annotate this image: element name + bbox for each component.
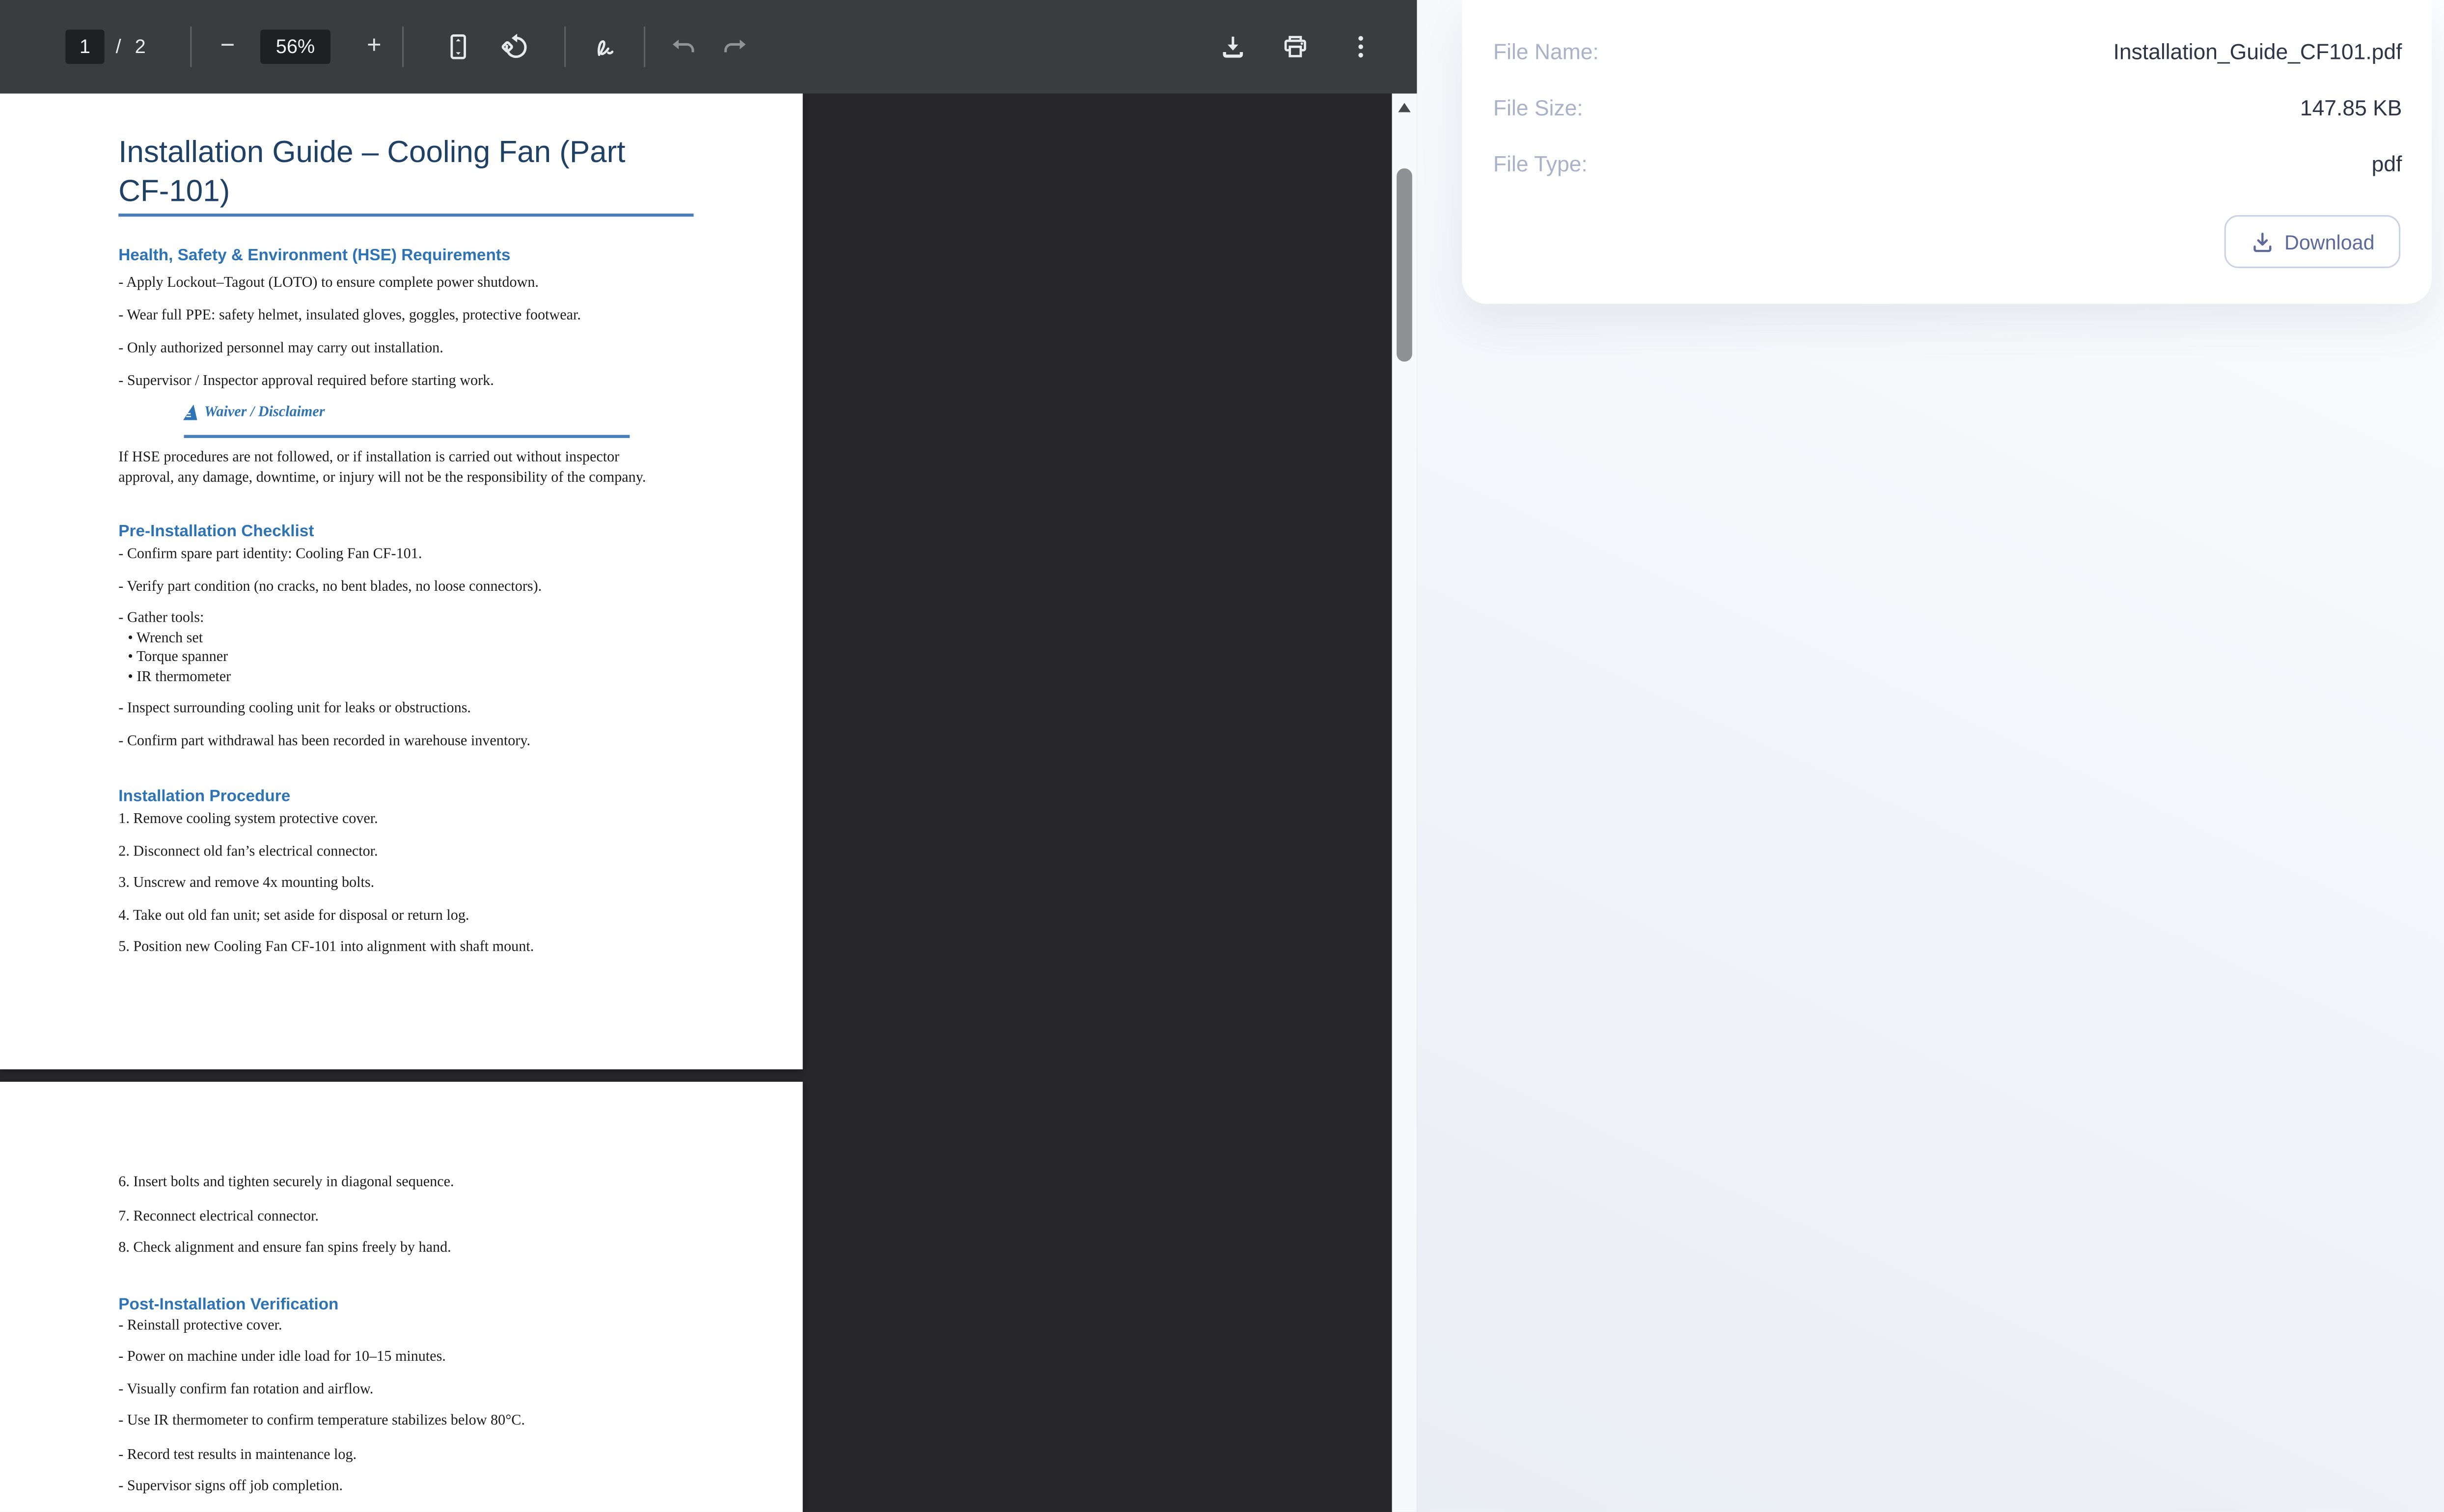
tool-item: • Torque spanner <box>128 650 228 666</box>
fit-page-button[interactable] <box>439 28 477 65</box>
file-size-label: File Size: <box>1493 95 1583 120</box>
annotate-button[interactable] <box>586 28 623 65</box>
download-file-button[interactable]: Download <box>2224 215 2401 268</box>
file-name-label: File Name: <box>1493 39 1599 64</box>
file-type-value: pdf <box>2371 151 2402 176</box>
procedure-heading: Installation Procedure <box>118 787 291 806</box>
checklist-item: - Inspect surrounding cooling unit for l… <box>118 701 471 717</box>
verification-item: - Power on machine under idle load for 1… <box>118 1349 446 1366</box>
hse-item: - Wear full PPE: safety helmet, insulate… <box>118 308 581 325</box>
procedure-step: 2. Disconnect old fan’s electrical conne… <box>118 845 378 861</box>
print-button[interactable] <box>1277 28 1314 65</box>
pdf-toolbar: 1 / 2 − 56% + <box>0 0 1417 94</box>
kebab-menu-icon <box>1358 36 1363 58</box>
checklist-item: - Gather tools: <box>118 611 204 627</box>
download-icon <box>2252 232 2271 251</box>
hse-item: - Supervisor / Inspector approval requir… <box>118 374 494 390</box>
tool-item: • Wrench set <box>128 631 203 647</box>
procedure-step: 4. Take out old fan unit; set aside for … <box>118 908 469 925</box>
pen-squiggle-icon <box>597 40 614 56</box>
verification-heading: Post-Installation Verification <box>118 1295 339 1314</box>
more-options-button[interactable] <box>1342 28 1379 65</box>
fit-page-icon <box>450 34 466 59</box>
scrollbar-thumb[interactable] <box>1397 168 1412 362</box>
pdf-page-2: 6. Insert bolts and tighten securely in … <box>0 1081 803 1512</box>
page-total: 2 <box>135 36 146 58</box>
screen: 1 / 2 − 56% + Installation Guide – Cooli… <box>0 0 2444 1512</box>
verification-item: - Use IR thermometer to confirm temperat… <box>118 1413 525 1430</box>
hse-heading: Health, Safety & Environment (HSE) Requi… <box>118 246 511 265</box>
document-title-line-1: Installation Guide – Cooling Fan (Part <box>118 136 626 170</box>
toolbar-separator <box>402 26 404 67</box>
toolbar-separator <box>190 26 192 67</box>
checklist-item: - Verify part condition (no cracks, no b… <box>118 579 542 596</box>
procedure-step: 1. Remove cooling system protective cove… <box>118 812 378 828</box>
procedure-step: 3. Unscrew and remove 4x mounting bolts. <box>118 876 375 892</box>
toolbar-separator <box>643 26 646 67</box>
document-title-line-2: CF-101) <box>118 174 230 209</box>
waiver-paragraph-line: If HSE procedures are not followed, or i… <box>118 450 620 467</box>
zoom-level-input[interactable]: 56% <box>260 29 330 64</box>
page-divider: / <box>115 36 121 58</box>
print-icon <box>1284 36 1306 57</box>
checklist-heading: Pre-Installation Checklist <box>118 522 314 541</box>
file-info-panel: File Name: Installation_Guide_CF101.pdf … <box>1462 0 2432 304</box>
redo-icon <box>724 39 746 53</box>
scrollbar[interactable] <box>1392 93 1417 1512</box>
verification-item: - Visually confirm fan rotation and airf… <box>118 1382 374 1399</box>
redo-button[interactable] <box>717 28 754 65</box>
procedure-step: 7. Reconnect electrical connector. <box>118 1210 319 1225</box>
rotate-button[interactable] <box>495 28 533 65</box>
undo-button[interactable] <box>664 28 701 65</box>
checklist-item: - Confirm spare part identity: Cooling F… <box>118 547 422 563</box>
content-background: File Name: Installation_Guide_CF101.pdf … <box>1417 0 2444 1512</box>
download-icon <box>1223 36 1243 58</box>
download-button-label: Download <box>2284 230 2375 253</box>
waiver-rule <box>184 435 630 438</box>
hse-item: - Apply Lockout–Tagout (LOTO) to ensure … <box>118 275 539 292</box>
file-size-value: 147.85 KB <box>2300 95 2402 120</box>
procedure-step: 6. Insert bolts and tighten securely in … <box>118 1175 454 1191</box>
waiver-paragraph-line: approval, any damage, downtime, or injur… <box>118 470 646 487</box>
verification-item: - Record test results in maintenance log… <box>118 1448 357 1464</box>
title-rule <box>118 213 694 217</box>
tool-item: • IR thermometer <box>128 670 231 686</box>
pdf-page-1: Installation Guide – Cooling Fan (Part C… <box>0 93 803 1070</box>
verification-item: - Reinstall protective cover. <box>118 1319 282 1335</box>
zoom-out-button[interactable]: − <box>209 28 246 65</box>
zoom-in-button[interactable]: + <box>356 28 393 65</box>
file-type-label: File Type: <box>1493 151 1588 176</box>
toolbar-separator <box>564 26 566 67</box>
verification-item: - Supervisor signs off job completion. <box>118 1479 343 1495</box>
waiver-heading: Waiver / Disclaimer <box>204 405 325 421</box>
procedure-step: 5. Position new Cooling Fan CF-101 into … <box>118 940 534 956</box>
download-document-button[interactable] <box>1214 28 1252 65</box>
page-number-input[interactable]: 1 <box>65 29 105 64</box>
warning-triangle-icon <box>183 404 197 420</box>
undo-icon <box>672 39 694 53</box>
file-name-value: Installation_Guide_CF101.pdf <box>2113 39 2402 64</box>
procedure-step: 8. Check alignment and ensure fan spins … <box>118 1240 451 1257</box>
scroll-up-arrow-icon[interactable] <box>1397 103 1410 112</box>
rotate-icon <box>501 33 527 58</box>
hse-item: - Only authorized personnel may carry ou… <box>118 341 443 357</box>
checklist-item: - Confirm part withdrawal has been recor… <box>118 734 531 750</box>
pdf-viewer: 1 / 2 − 56% + Installation Guide – Cooli… <box>0 0 1417 1512</box>
